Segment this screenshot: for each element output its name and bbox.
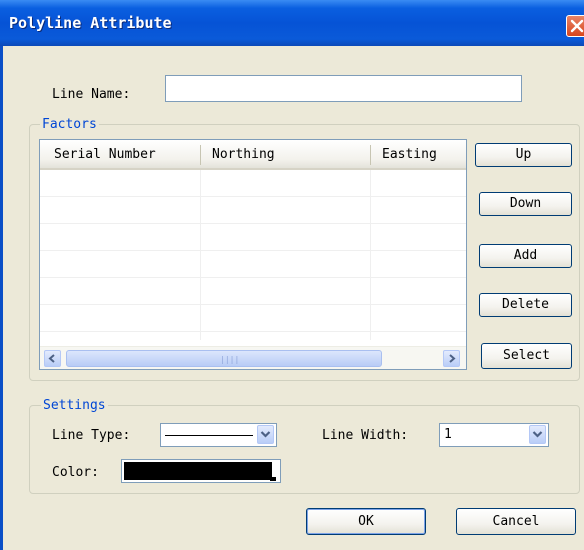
settings-group [29,405,580,494]
scroll-right-button[interactable] [443,350,460,367]
horizontal-scrollbar[interactable]: |||| [40,346,466,369]
window-title: Polyline Attribute [9,14,172,32]
close-icon [570,19,584,33]
table-row[interactable] [40,251,466,278]
color-label: Color: [52,465,99,480]
table-row[interactable] [40,224,466,251]
settings-legend: Settings [41,398,108,413]
title-bar[interactable]: Polyline Attribute [0,0,584,46]
down-button[interactable]: Down [479,192,572,216]
grip-icon: |||| [220,355,240,364]
table-row[interactable] [40,170,466,197]
line-width-label: Line Width: [322,428,409,443]
table-row[interactable] [40,305,466,332]
close-button[interactable] [566,15,584,37]
arrow-left-icon [48,354,55,363]
chevron-down-icon [532,431,543,438]
line-type-preview [165,435,253,436]
chevron-down-icon [260,431,271,438]
scroll-thumb[interactable]: |||| [66,350,382,367]
line-type-select[interactable] [160,423,277,447]
arrow-right-icon [449,354,456,363]
grid-column-line [200,170,201,340]
line-width-select[interactable]: 1 [439,423,549,447]
color-picker[interactable] [121,459,281,483]
column-divider[interactable] [200,145,201,165]
grid-header: Serial Number Northing Easting [40,140,466,170]
column-header-northing[interactable]: Northing [212,147,275,162]
cancel-button[interactable]: Cancel [456,508,576,535]
scroll-left-button[interactable] [44,350,61,367]
column-header-serial-number[interactable]: Serial Number [54,147,156,162]
up-button[interactable]: Up [475,143,572,167]
factors-legend: Factors [40,117,99,132]
color-swatch [124,462,272,480]
line-width-dropdown-button[interactable] [529,425,546,444]
factors-grid[interactable]: Serial Number Northing Easting |||| [39,139,467,370]
color-dropdown-indicator [270,477,276,481]
line-type-dropdown-button[interactable] [257,425,274,444]
line-name-label: Line Name: [52,87,131,102]
table-row[interactable] [40,197,466,224]
grid-column-line [370,170,371,340]
line-type-label: Line Type: [52,428,131,443]
column-divider[interactable] [370,145,371,165]
table-row[interactable] [40,278,466,305]
select-button[interactable]: Select [481,343,572,369]
line-width-value: 1 [444,427,452,442]
column-header-easting[interactable]: Easting [382,147,437,162]
ok-button[interactable]: OK [306,508,426,535]
delete-button[interactable]: Delete [479,293,572,317]
line-name-input[interactable] [165,75,522,102]
add-button[interactable]: Add [479,244,572,268]
